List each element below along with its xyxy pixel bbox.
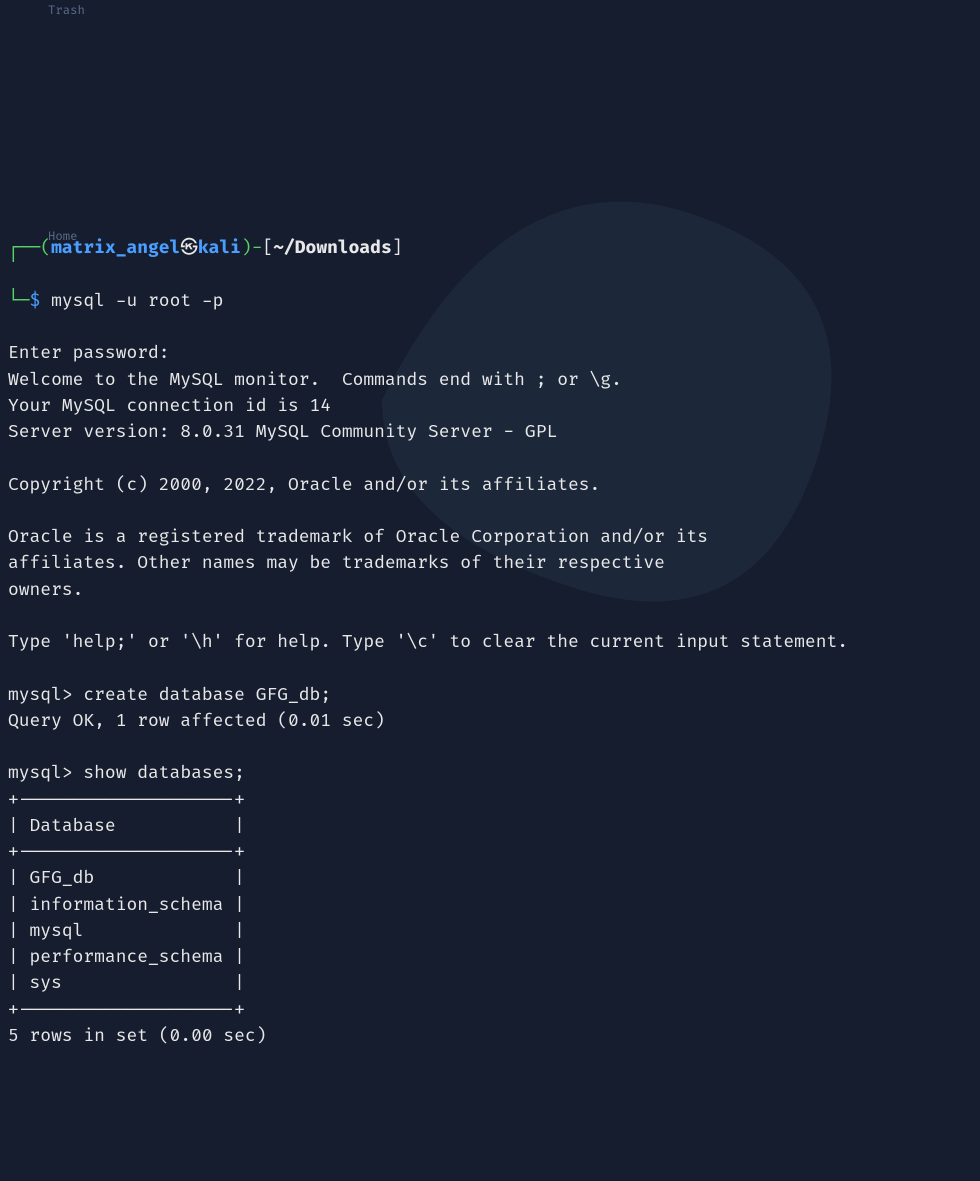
mysql-cmd[interactable]: show databases; (83, 763, 245, 784)
mysql-prompt: mysql> (8, 763, 83, 784)
output-line: Your MySQL connection id is 14 (8, 396, 331, 417)
table-row: | GFG_db | (8, 868, 245, 889)
output-line: Server version: 8.0.31 MySQL Community S… (8, 422, 557, 443)
prompt-dash: - (252, 238, 263, 259)
output-line: Enter password: (8, 343, 170, 364)
desktop-icon-trash: Trash (48, 2, 85, 20)
prompt-user: matrix_angel (51, 238, 180, 259)
prompt-path: ~/Downloads (273, 238, 391, 259)
prompt-paren-close: ) (241, 238, 252, 259)
prompt-corner: ┌── (8, 238, 40, 259)
prompt-dollar: $ (30, 291, 41, 312)
table-border: +--------------------+ (8, 1000, 245, 1021)
terminal-output[interactable]: ┌──(matrix_angel㉿kali)-[~/Downloads] └─$… (0, 236, 980, 1050)
table-row: | mysql | (8, 921, 245, 942)
prompt-paren-open: ( (40, 238, 51, 259)
output-line: affiliates. Other names may be trademark… (8, 553, 665, 574)
mysql-cmd[interactable]: create database GFG_db; (83, 685, 331, 706)
output-line: Type 'help;' or '\h' for help. Type '\c'… (8, 632, 848, 653)
prompt-host: kali (198, 238, 241, 259)
output-line: owners. (8, 580, 83, 601)
output-line: Copyright (c) 2000, 2022, Oracle and/or … (8, 475, 600, 496)
table-row: | performance_schema | (8, 947, 245, 968)
mysql-prompt: mysql> (8, 685, 83, 706)
output-line: Oracle is a registered trademark of Orac… (8, 527, 708, 548)
skull-icon: ㉿ (180, 238, 198, 259)
prompt-bracket-close: ] (392, 238, 403, 259)
output-line: Welcome to the MySQL monitor. Commands e… (8, 370, 622, 391)
table-border: +--------------------+ (8, 842, 245, 863)
output-line: 5 rows in set (0.00 sec) (8, 1026, 266, 1047)
mysql-prompt-line: mysql> show databases; (8, 763, 245, 784)
mysql-prompt-line: mysql> create database GFG_db; (8, 685, 331, 706)
prompt-line-1: ┌──(matrix_angel㉿kali)-[~/Downloads] (8, 236, 972, 262)
table-border: +--------------------+ (8, 790, 245, 811)
table-row: | information_schema | (8, 895, 245, 916)
prompt-bracket-open: [ (262, 238, 273, 259)
output-line: Query OK, 1 row affected (0.01 sec) (8, 711, 385, 732)
prompt-line-2: └─$ mysql -u root -p (8, 289, 972, 315)
table-header: | Database | (8, 816, 245, 837)
table-row: | sys | (8, 973, 245, 994)
command-input[interactable]: mysql -u root -p (40, 291, 223, 312)
cmd-text: mysql -u root -p (51, 291, 223, 312)
prompt-corner-bot: └─ (8, 291, 30, 312)
